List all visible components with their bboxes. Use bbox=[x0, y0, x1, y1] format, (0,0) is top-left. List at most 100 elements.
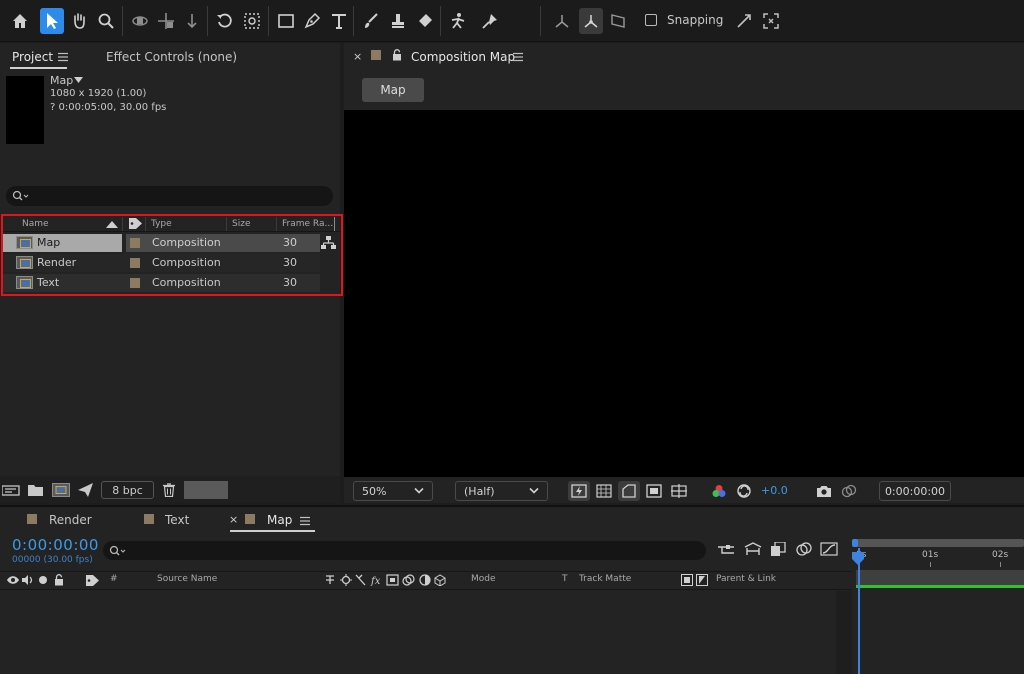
exposure-value[interactable]: +0.0 bbox=[761, 484, 788, 497]
tab-project[interactable]: Project bbox=[12, 50, 53, 64]
toolbar-divider bbox=[207, 6, 208, 36]
color-channels-icon[interactable] bbox=[708, 481, 730, 501]
toolbar-divider bbox=[440, 6, 441, 36]
solo-icon[interactable] bbox=[39, 576, 47, 584]
composition-label-swatch bbox=[245, 514, 255, 524]
work-area-start-handle[interactable] bbox=[852, 539, 858, 547]
playhead-line[interactable] bbox=[858, 548, 860, 674]
timeline-tab-map[interactable]: Map bbox=[267, 513, 292, 527]
current-time-display[interactable]: 0:00:00:00 bbox=[12, 536, 99, 554]
highlight-annotation-box bbox=[1, 214, 343, 296]
project-search-input[interactable] bbox=[6, 186, 333, 206]
clone-stamp-tool-icon[interactable] bbox=[386, 8, 410, 34]
snapping-checkbox[interactable] bbox=[645, 14, 657, 26]
resolution-dropdown[interactable]: (Half) bbox=[455, 481, 548, 501]
anchor-point-tool-icon[interactable] bbox=[240, 8, 264, 34]
project-color-swatch[interactable] bbox=[184, 481, 228, 499]
draft-3d-icon[interactable] bbox=[744, 542, 762, 556]
orbit-camera-icon[interactable] bbox=[128, 8, 152, 34]
magnification-value: 50% bbox=[362, 484, 387, 498]
toolbar-divider bbox=[540, 6, 541, 36]
interpret-footage-icon[interactable] bbox=[2, 484, 20, 496]
column-header-mode[interactable]: Mode bbox=[471, 574, 496, 584]
selection-tool-icon[interactable] bbox=[40, 8, 64, 34]
composition-label-swatch bbox=[144, 514, 154, 524]
column-header-source-name[interactable]: Source Name bbox=[157, 574, 217, 584]
frame-blending-icon[interactable] bbox=[796, 542, 812, 556]
graph-editor-icon[interactable] bbox=[820, 542, 838, 556]
timeline-search-input[interactable] bbox=[103, 541, 706, 560]
pen-tool-icon[interactable] bbox=[300, 8, 324, 34]
matte-alpha-icon[interactable] bbox=[681, 574, 693, 586]
label-tag-icon[interactable] bbox=[86, 575, 99, 586]
show-snapshot-icon[interactable] bbox=[838, 481, 860, 501]
pan-camera-icon[interactable] bbox=[154, 8, 178, 34]
layer-track-bar[interactable] bbox=[856, 570, 1024, 585]
lock-icon[interactable] bbox=[54, 574, 64, 586]
snapshot-camera-icon[interactable] bbox=[813, 481, 835, 501]
playhead-handle[interactable] bbox=[852, 552, 864, 566]
selected-item-dimensions: 1080 x 1920 (1.00) bbox=[50, 88, 147, 99]
comp-flowchart-icon[interactable] bbox=[718, 543, 736, 557]
composition-breadcrumb-chip[interactable]: Map bbox=[362, 78, 424, 102]
video-visibility-icon[interactable] bbox=[7, 575, 19, 585]
layer-switches-icons[interactable]: fx bbox=[325, 574, 449, 586]
lock-icon[interactable] bbox=[392, 49, 402, 61]
audio-icon[interactable] bbox=[22, 575, 34, 585]
zoom-tool-icon[interactable] bbox=[94, 8, 118, 34]
type-tool-icon[interactable] bbox=[327, 8, 351, 34]
eraser-tool-icon[interactable] bbox=[413, 8, 437, 34]
close-icon[interactable]: × bbox=[353, 50, 362, 63]
work-area-bar[interactable] bbox=[856, 539, 1024, 547]
toolbar: Snapping bbox=[0, 0, 1024, 42]
brush-tool-icon[interactable] bbox=[359, 8, 383, 34]
selected-item-name[interactable]: Map bbox=[50, 74, 73, 87]
column-header-t[interactable]: T bbox=[562, 574, 568, 584]
column-header-parent-link[interactable]: Parent & Link bbox=[716, 574, 776, 584]
new-folder-icon[interactable] bbox=[28, 484, 44, 496]
shy-layers-icon[interactable] bbox=[770, 542, 786, 556]
chevron-down-icon[interactable] bbox=[74, 77, 83, 84]
snap-edges-icon[interactable] bbox=[732, 8, 756, 34]
hand-tool-icon[interactable] bbox=[67, 8, 91, 34]
rectangle-tool-icon[interactable] bbox=[274, 8, 298, 34]
chevron-down-icon bbox=[529, 487, 539, 495]
new-composition-icon[interactable] bbox=[52, 483, 70, 497]
region-of-interest-icon[interactable] bbox=[643, 481, 665, 501]
snap-features-icon[interactable] bbox=[759, 8, 783, 34]
rotation-tool-icon[interactable] bbox=[213, 8, 237, 34]
layer-list-area[interactable] bbox=[0, 591, 852, 674]
close-icon[interactable]: × bbox=[229, 513, 238, 526]
axis-view-icon[interactable] bbox=[606, 8, 630, 34]
axis-local-icon[interactable] bbox=[550, 8, 574, 34]
composition-viewer[interactable] bbox=[344, 110, 1024, 477]
timeline-tab-render[interactable]: Render bbox=[49, 513, 92, 527]
puppet-pin-tool-icon[interactable] bbox=[478, 8, 502, 34]
tab-effect-controls[interactable]: Effect Controls (none) bbox=[106, 50, 237, 64]
panel-menu-icon[interactable] bbox=[513, 52, 523, 62]
dolly-camera-icon[interactable] bbox=[180, 8, 204, 34]
axis-world-icon[interactable] bbox=[579, 8, 603, 34]
panel-menu-icon[interactable] bbox=[300, 516, 310, 526]
column-header-track-matte[interactable]: Track Matte bbox=[579, 574, 631, 584]
home-icon[interactable] bbox=[8, 8, 32, 34]
fast-previews-icon[interactable] bbox=[568, 481, 590, 501]
mask-visibility-icon[interactable] bbox=[618, 481, 640, 501]
roto-brush-tool-icon[interactable] bbox=[446, 8, 470, 34]
grid-guides-icon[interactable] bbox=[668, 481, 690, 501]
tab-composition-map[interactable]: Composition Map bbox=[411, 50, 515, 64]
column-header-number[interactable]: # bbox=[110, 574, 118, 584]
bit-depth-button[interactable]: 8 bpc bbox=[101, 481, 154, 499]
viewer-timecode[interactable]: 0:00:00:00 bbox=[879, 481, 951, 501]
panel-menu-icon[interactable] bbox=[58, 52, 68, 62]
matte-invert-icon[interactable] bbox=[696, 574, 708, 586]
timeline-tab-text[interactable]: Text bbox=[165, 513, 189, 527]
composition-thumbnail bbox=[6, 76, 44, 144]
reset-exposure-icon[interactable] bbox=[733, 481, 755, 501]
send-to-render-icon[interactable] bbox=[78, 483, 94, 497]
transparency-grid-icon[interactable] bbox=[593, 481, 615, 501]
search-icon bbox=[12, 190, 30, 202]
layer-scrollbar[interactable] bbox=[836, 591, 852, 674]
magnification-dropdown[interactable]: 50% bbox=[353, 481, 433, 501]
trash-icon[interactable] bbox=[162, 483, 176, 497]
